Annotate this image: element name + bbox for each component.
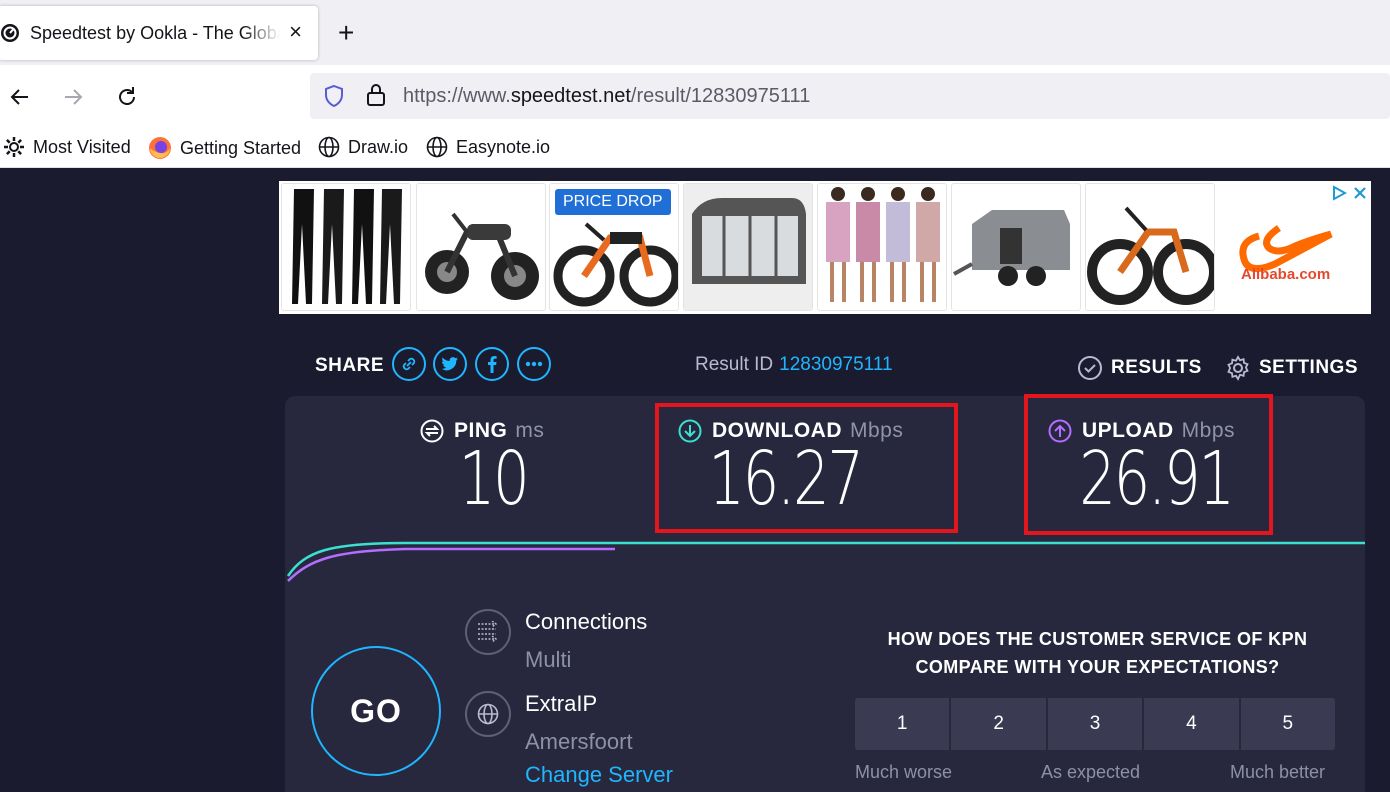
result-id: Result ID 12830975111 bbox=[695, 354, 893, 376]
ad-choices[interactable] bbox=[1331, 185, 1367, 201]
bookmark-most-visited[interactable]: Most Visited bbox=[3, 136, 131, 158]
survey-question-line: COMPARE WITH YOUR EXPECTATIONS? bbox=[915, 657, 1280, 677]
rating-option-1[interactable]: 1 bbox=[855, 698, 950, 750]
forward-arrow-icon[interactable] bbox=[59, 83, 87, 111]
rating-label-low: Much worse bbox=[855, 762, 953, 782]
reload-icon[interactable] bbox=[113, 83, 141, 111]
share-link-button[interactable] bbox=[392, 347, 426, 381]
check-circle-icon bbox=[1078, 356, 1102, 380]
browser-tab-active[interactable]: Speedtest by Ookla - The Global Broadban… bbox=[0, 6, 318, 60]
speedtest-favicon-icon bbox=[1, 24, 19, 42]
rating-option-4[interactable]: 4 bbox=[1144, 698, 1239, 750]
price-drop-badge: PRICE DROP bbox=[555, 189, 671, 215]
ad-product-leggings[interactable] bbox=[281, 183, 411, 311]
speedtest-page: PRICE DROP Alibaba.com SHARE Result ID 1… bbox=[0, 169, 1390, 792]
share-twitter-button[interactable] bbox=[433, 347, 467, 381]
gear-icon bbox=[4, 137, 24, 157]
shield-icon[interactable] bbox=[322, 84, 346, 108]
rating-scale: 1 2 3 4 5 bbox=[855, 698, 1336, 750]
ad-product-dresses[interactable] bbox=[817, 183, 947, 311]
go-button[interactable]: GO bbox=[311, 646, 441, 776]
ebike-image bbox=[1087, 206, 1214, 305]
tab-title: Speedtest by Ookla - The Global Broadban… bbox=[30, 23, 280, 43]
rating-option-2[interactable]: 2 bbox=[951, 698, 1046, 750]
ad-product-pod-house[interactable] bbox=[683, 183, 813, 311]
scooter-image bbox=[425, 212, 539, 300]
share-label: SHARE bbox=[315, 355, 385, 376]
globe-icon bbox=[426, 136, 448, 158]
ad-product-scooter[interactable] bbox=[416, 183, 546, 311]
tab-strip: Speedtest by Ookla - The Global Broadban… bbox=[0, 0, 1390, 65]
settings-link[interactable]: SETTINGS bbox=[1225, 355, 1358, 381]
globe-icon bbox=[477, 703, 499, 725]
globe-icon bbox=[318, 136, 340, 158]
settings-label: SETTINGS bbox=[1259, 357, 1359, 378]
bookmark-drawio[interactable]: Draw.io bbox=[318, 136, 408, 158]
rating-option-5[interactable]: 5 bbox=[1240, 698, 1336, 750]
gear-icon bbox=[1227, 355, 1249, 381]
share-more-button[interactable] bbox=[517, 347, 551, 381]
connections-icon bbox=[478, 621, 498, 643]
bookmark-label: Getting Started bbox=[180, 137, 302, 158]
new-tab-button[interactable]: + bbox=[338, 19, 354, 47]
survey-question-line: HOW DOES THE CUSTOMER SERVICE OF KPN bbox=[887, 629, 1308, 649]
bookmark-easynote[interactable]: Easynote.io bbox=[426, 136, 550, 158]
results-link[interactable]: RESULTS bbox=[1077, 355, 1202, 381]
back-arrow-icon[interactable] bbox=[6, 83, 34, 111]
upload-value: 26.91 bbox=[1079, 436, 1235, 522]
bookmarks-toolbar: Most Visited Getting Started Draw.io Eas… bbox=[0, 128, 1390, 168]
ad-banner[interactable]: PRICE DROP Alibaba.com bbox=[279, 181, 1371, 314]
facebook-icon bbox=[488, 355, 497, 373]
bookmark-getting-started[interactable]: Getting Started bbox=[148, 136, 301, 160]
close-ad-icon[interactable] bbox=[1353, 186, 1367, 200]
server-icon-wrap bbox=[465, 691, 511, 737]
leggings-image bbox=[292, 189, 402, 304]
results-panel: PING ms 10 DOWNLOAD Mbps 16.27 UPLOAD Mb… bbox=[285, 394, 1365, 792]
firefox-icon bbox=[149, 137, 171, 159]
url-prefix: https://www. bbox=[403, 85, 511, 107]
result-id-label: Result ID bbox=[695, 354, 774, 375]
ping-value: 10 bbox=[458, 436, 530, 522]
result-id-link[interactable]: 12830975111 bbox=[779, 354, 892, 375]
pod-house-image bbox=[684, 184, 812, 310]
url-bar[interactable]: https://www.speedtest.net/result/1283097… bbox=[310, 73, 1390, 119]
bookmark-label: Most Visited bbox=[33, 136, 131, 157]
change-server-link[interactable]: Change Server bbox=[525, 762, 673, 788]
server-name: ExtraIP bbox=[525, 691, 598, 716]
server-location: Amersfoort bbox=[525, 729, 633, 754]
connections-title: Connections bbox=[525, 609, 648, 634]
rating-option-3[interactable]: 3 bbox=[1047, 698, 1143, 750]
rating-label-high: Much better bbox=[1230, 762, 1326, 782]
adchoices-icon[interactable] bbox=[1331, 185, 1347, 201]
connections-value: Multi bbox=[525, 647, 572, 672]
results-label: RESULTS bbox=[1111, 357, 1202, 378]
tab-close-icon[interactable]: × bbox=[289, 21, 302, 43]
twitter-icon bbox=[441, 357, 458, 371]
upload-speed-line bbox=[287, 547, 615, 582]
bookmark-label: Easynote.io bbox=[456, 136, 551, 157]
connections-icon-wrap bbox=[465, 609, 511, 655]
bookmark-label: Draw.io bbox=[348, 136, 409, 157]
navigation-bar: https://www.speedtest.net/result/1283097… bbox=[0, 65, 1390, 128]
trailer-image bbox=[953, 210, 1070, 286]
lock-icon[interactable] bbox=[365, 83, 387, 107]
share-facebook-button[interactable] bbox=[475, 347, 509, 381]
url-path: /result/12830975111 bbox=[630, 85, 811, 107]
url-text[interactable]: https://www.speedtest.net/result/1283097… bbox=[403, 85, 810, 108]
rating-label-mid: As expected bbox=[1041, 762, 1141, 782]
ad-product-ebike-2[interactable] bbox=[1085, 183, 1215, 311]
ad-product-trailer[interactable] bbox=[951, 183, 1081, 311]
more-icon bbox=[525, 361, 543, 367]
survey-question: HOW DOES THE CUSTOMER SERVICE OF KPN COM… bbox=[860, 625, 1335, 681]
ad-brand-label: Alibaba.com bbox=[1241, 266, 1331, 283]
url-domain: speedtest.net bbox=[510, 85, 631, 107]
dresses-image bbox=[826, 187, 940, 302]
link-icon bbox=[402, 357, 416, 371]
download-value: 16.27 bbox=[708, 436, 864, 522]
speed-graph bbox=[286, 541, 1365, 582]
